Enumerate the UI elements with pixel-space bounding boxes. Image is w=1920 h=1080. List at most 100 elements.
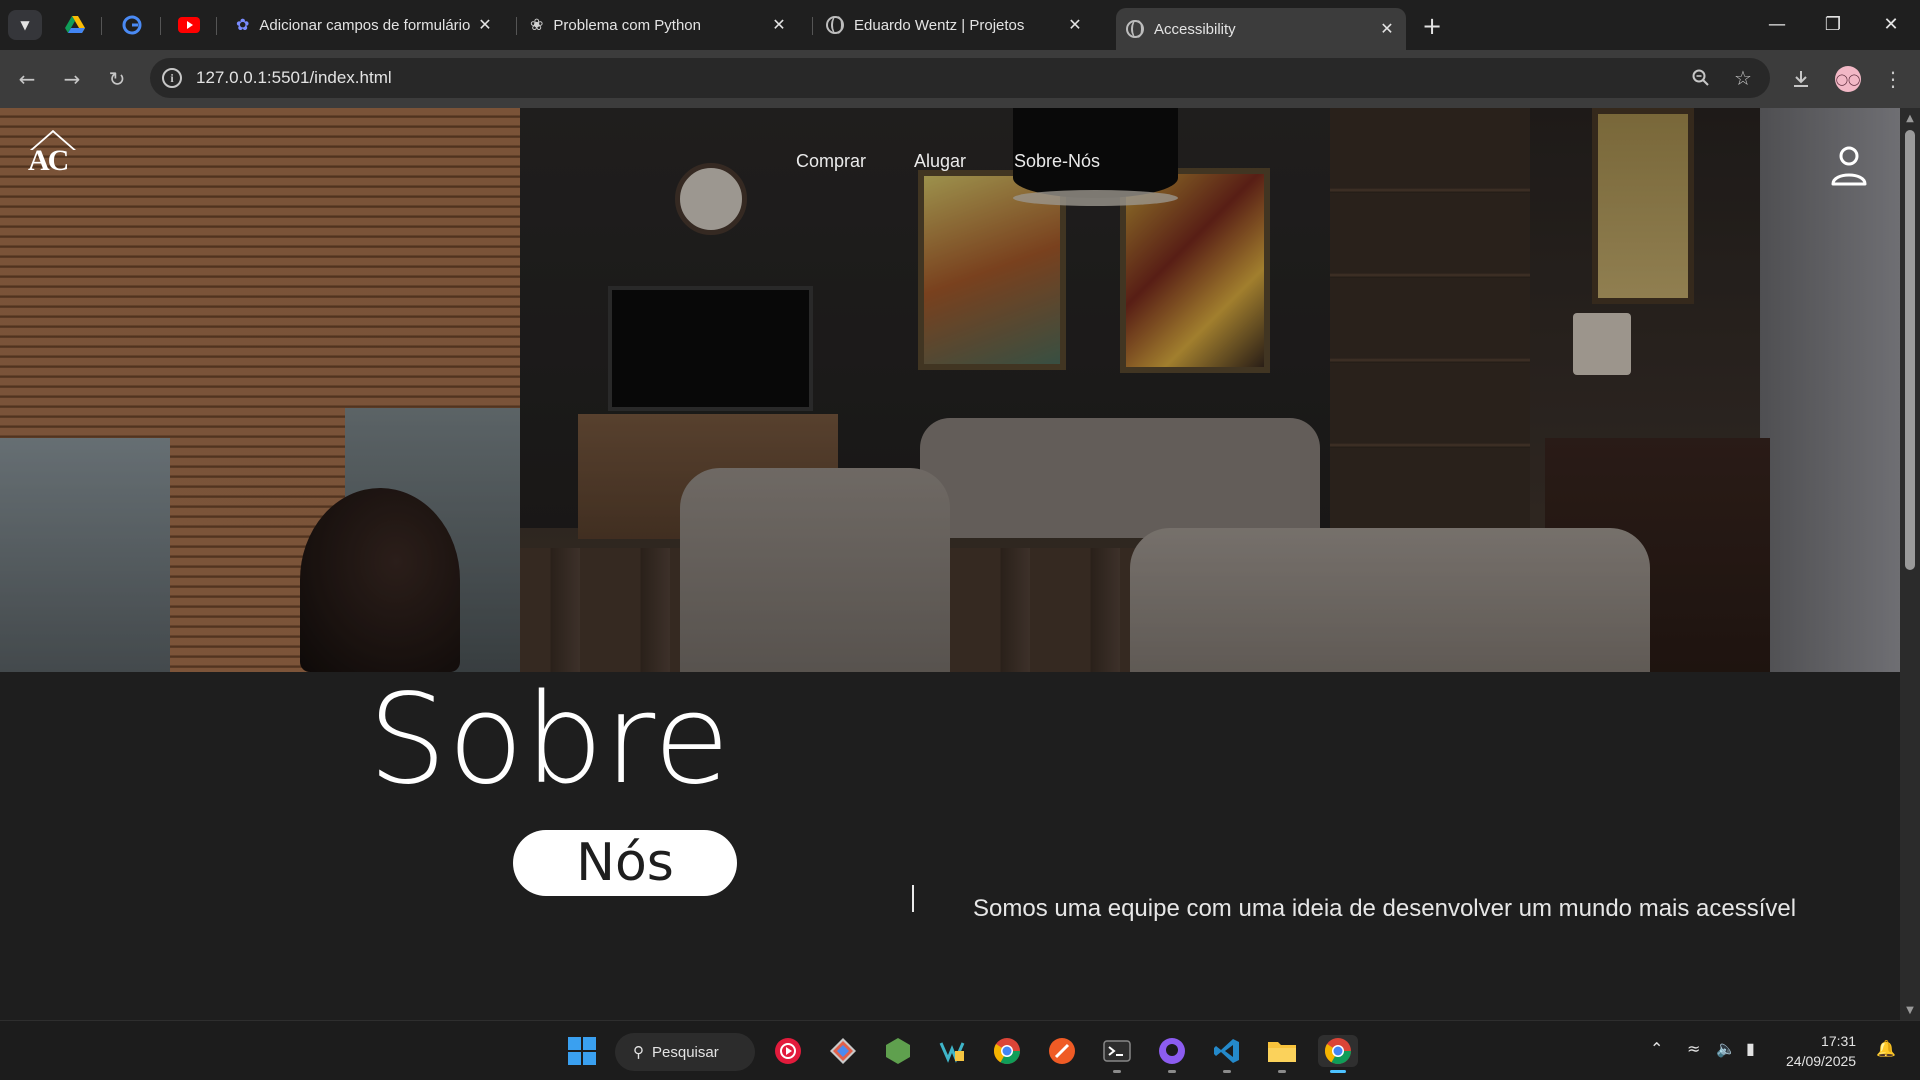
tab-accessibility[interactable]: Accessibility ✕ — [1116, 8, 1406, 50]
arrow-left-icon: ← — [18, 67, 36, 91]
battery-icon[interactable]: ▮ — [1746, 1039, 1755, 1058]
taskbar-app-git[interactable] — [827, 1035, 859, 1067]
star-icon: ☆ — [1734, 66, 1752, 90]
hero-overlay — [0, 108, 1900, 672]
google-drive-icon — [65, 16, 85, 33]
tab-title: Eduardo Wentz | Projetos — [854, 16, 1025, 34]
tab-title: Problema com Python — [553, 16, 701, 34]
wifi-icon[interactable]: ≈ — [1687, 1039, 1700, 1058]
running-indicator — [1113, 1070, 1121, 1073]
tab-title: Adicionar campos de formulário — [259, 16, 471, 34]
profile-button[interactable]: ◯◯ — [1833, 64, 1863, 94]
browser-tab-strip: ▼ ✿ Adicionar campos de formulário ✕ ❀ P… — [0, 0, 1920, 50]
zoom-button[interactable] — [1686, 63, 1716, 93]
running-indicator — [1168, 1070, 1176, 1073]
start-button[interactable] — [566, 1035, 598, 1067]
new-tab-button[interactable]: + — [1418, 12, 1446, 40]
scrollbar-thumb[interactable] — [1905, 130, 1915, 570]
reload-icon: ↻ — [108, 67, 126, 91]
globe-icon — [1126, 20, 1144, 38]
tab-projetos[interactable]: Eduardo Wentz | Projetos ✕ — [816, 8, 1094, 42]
scroll-down-arrow-icon[interactable]: ▼ — [1904, 1004, 1916, 1016]
kebab-menu-icon: ⋮ — [1883, 67, 1903, 91]
close-window-button[interactable]: ✕ — [1866, 8, 1916, 40]
pinned-tab-youtube[interactable] — [174, 12, 204, 38]
running-indicator — [1330, 1070, 1346, 1073]
text-divider — [912, 885, 914, 912]
arrow-right-icon: → — [63, 67, 81, 91]
chrome-icon — [1324, 1038, 1352, 1065]
page-scrollbar[interactable]: ▲ ▼ — [1900, 108, 1920, 1020]
close-icon[interactable]: ✕ — [476, 16, 494, 34]
clock-date: 24/09/2025 — [1786, 1053, 1857, 1069]
taskbar-app-github[interactable] — [1156, 1035, 1188, 1073]
taskbar-search[interactable]: ⚲ Pesquisar — [615, 1033, 755, 1071]
nodejs-icon — [886, 1038, 910, 1064]
windows-taskbar: ⚲ Pesquisar ⌃ ≈ 🔈 ▮ 17:31 24/09/2025 🔔 — [0, 1020, 1920, 1080]
downloads-button[interactable] — [1786, 64, 1816, 94]
visualstudio-icon — [939, 1042, 965, 1063]
terminal-icon — [1103, 1040, 1131, 1062]
close-icon[interactable]: ✕ — [1378, 20, 1396, 38]
taskbar-app-music[interactable] — [772, 1035, 804, 1067]
taskbar-app-postman[interactable] — [1046, 1035, 1078, 1067]
nav-sobre-nos[interactable]: Sobre-Nós — [1014, 151, 1100, 172]
url-text[interactable]: 127.0.0.1:5501/index.html — [196, 68, 392, 88]
back-button[interactable]: ← — [12, 64, 42, 94]
openai-icon: ❀ — [530, 17, 544, 34]
music-player-icon — [775, 1038, 801, 1064]
taskbar-app-chrome[interactable] — [991, 1035, 1023, 1067]
menu-button[interactable]: ⋮ — [1878, 64, 1908, 94]
reload-button[interactable]: ↻ — [102, 64, 132, 94]
taskbar-app-chrome-active[interactable] — [1318, 1035, 1358, 1073]
taskbar-app-vscode[interactable] — [1211, 1035, 1243, 1073]
system-clock[interactable]: 17:31 24/09/2025 — [1786, 1031, 1856, 1071]
notification-bell-icon[interactable]: 🔔 — [1876, 1039, 1896, 1058]
globe-icon — [826, 16, 844, 34]
user-icon[interactable] — [1828, 144, 1870, 186]
browser-toolbar: ← → ↻ i 127.0.0.1:5501/index.html ☆ ◯◯ ⋮ — [0, 50, 1920, 108]
pinned-tab-drive[interactable] — [60, 12, 90, 38]
clock-time: 17:31 — [1821, 1033, 1857, 1049]
tab-title: Accessibility — [1154, 20, 1236, 38]
page-viewport: AC Comprar Alugar Sobre-Nós Sobre Nós So… — [0, 108, 1920, 1020]
postman-icon — [1049, 1038, 1075, 1064]
chevron-down-icon: ▼ — [20, 18, 30, 32]
glasses-icon: ◯◯ — [1835, 72, 1861, 86]
tab-forms[interactable]: ✿ Adicionar campos de formulário ✕ — [226, 8, 504, 42]
tab-python[interactable]: ❀ Problema com Python ✕ — [520, 8, 798, 42]
feather-icon: ✿ — [236, 17, 250, 34]
chrome-icon — [993, 1038, 1021, 1065]
forward-button[interactable]: → — [57, 64, 87, 94]
taskbar-app-node[interactable] — [882, 1035, 914, 1067]
chevron-up-icon[interactable]: ⌃ — [1650, 1039, 1663, 1058]
zoom-icon — [1692, 69, 1709, 86]
vscode-icon — [1214, 1039, 1239, 1063]
close-icon[interactable]: ✕ — [1066, 16, 1084, 34]
taskbar-app-vs[interactable] — [936, 1035, 968, 1067]
git-icon — [830, 1038, 856, 1064]
running-indicator — [1278, 1070, 1286, 1073]
taskbar-app-explorer[interactable] — [1266, 1035, 1298, 1073]
taskbar-search-label: Pesquisar — [652, 1043, 719, 1061]
site-logo[interactable]: AC — [28, 144, 69, 178]
folder-icon — [1268, 1042, 1296, 1062]
tab-search-button[interactable]: ▼ — [8, 10, 42, 40]
scroll-up-arrow-icon[interactable]: ▲ — [1904, 112, 1916, 124]
site-info-icon[interactable]: i — [162, 68, 182, 88]
download-icon — [1794, 71, 1808, 87]
windows-icon — [568, 1037, 596, 1065]
nav-alugar[interactable]: Alugar — [914, 151, 966, 172]
grammarly-icon — [122, 15, 142, 35]
volume-icon[interactable]: 🔈 — [1716, 1039, 1736, 1058]
pinned-tab-grammarly[interactable] — [117, 12, 147, 38]
about-heading-pill: Nós — [513, 830, 737, 896]
restore-button[interactable]: ❐ — [1808, 8, 1858, 40]
nav-comprar[interactable]: Comprar — [796, 151, 866, 172]
about-heading: Sobre — [368, 668, 731, 812]
minimize-button[interactable]: — — [1752, 8, 1802, 40]
address-bar[interactable]: i 127.0.0.1:5501/index.html ☆ — [150, 58, 1770, 98]
taskbar-app-terminal[interactable] — [1101, 1035, 1133, 1073]
close-icon[interactable]: ✕ — [770, 16, 788, 34]
bookmark-button[interactable]: ☆ — [1728, 63, 1758, 93]
